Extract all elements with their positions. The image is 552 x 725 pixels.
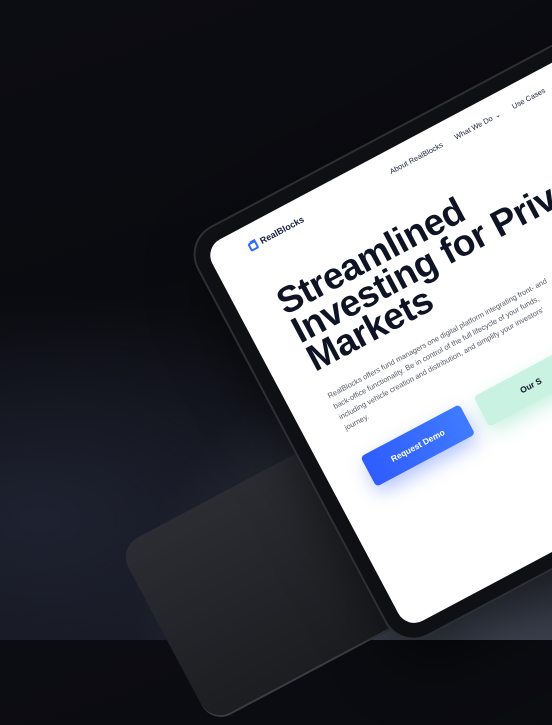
nav-item-use-cases[interactable]: Use Cases [510,86,547,111]
nav-item-what-we-do[interactable]: What We Do ⌄ [453,110,502,142]
nav-item-about[interactable]: About RealBlocks [388,140,444,176]
brand-name: RealBlocks [258,214,306,246]
nav-item-label: What We Do [452,113,495,142]
chevron-down-icon: ⌄ [493,110,502,120]
nav-item-label: Use Cases [510,85,547,111]
brand-logo[interactable]: RealBlocks [246,214,306,252]
nav-item-label: About RealBlocks [388,140,445,176]
logo-mark-icon [246,239,260,252]
